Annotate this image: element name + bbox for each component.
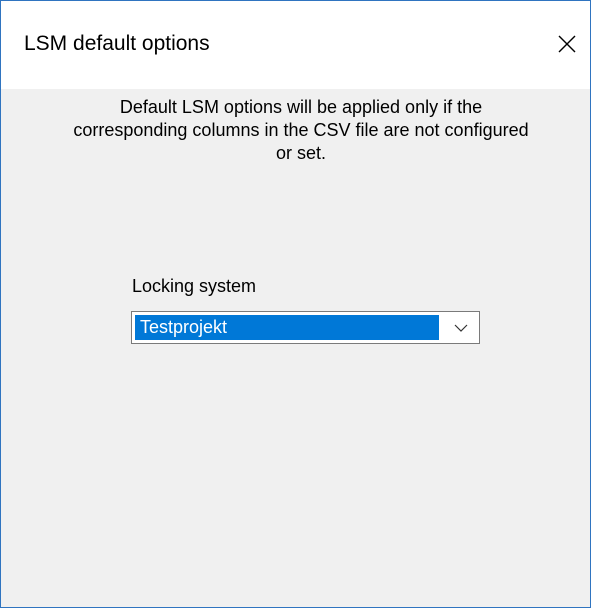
locking-system-selected-value: Testprojekt	[135, 315, 439, 340]
dropdown-arrow-button[interactable]	[443, 312, 479, 343]
close-button[interactable]	[544, 21, 590, 67]
title-bar: LSM default options	[1, 1, 590, 89]
dialog-title: LSM default options	[24, 32, 210, 55]
locking-system-label: Locking system	[132, 276, 257, 296]
info-message: Default LSM options will be applied only…	[73, 97, 529, 163]
locking-system-dropdown[interactable]: Testprojekt	[131, 311, 480, 344]
dialog-content: Default LSM options will be applied only…	[1, 89, 590, 607]
lsm-default-options-dialog: LSM default options Default LSM options …	[0, 0, 591, 608]
chevron-down-icon	[454, 324, 468, 332]
close-icon	[558, 35, 576, 53]
